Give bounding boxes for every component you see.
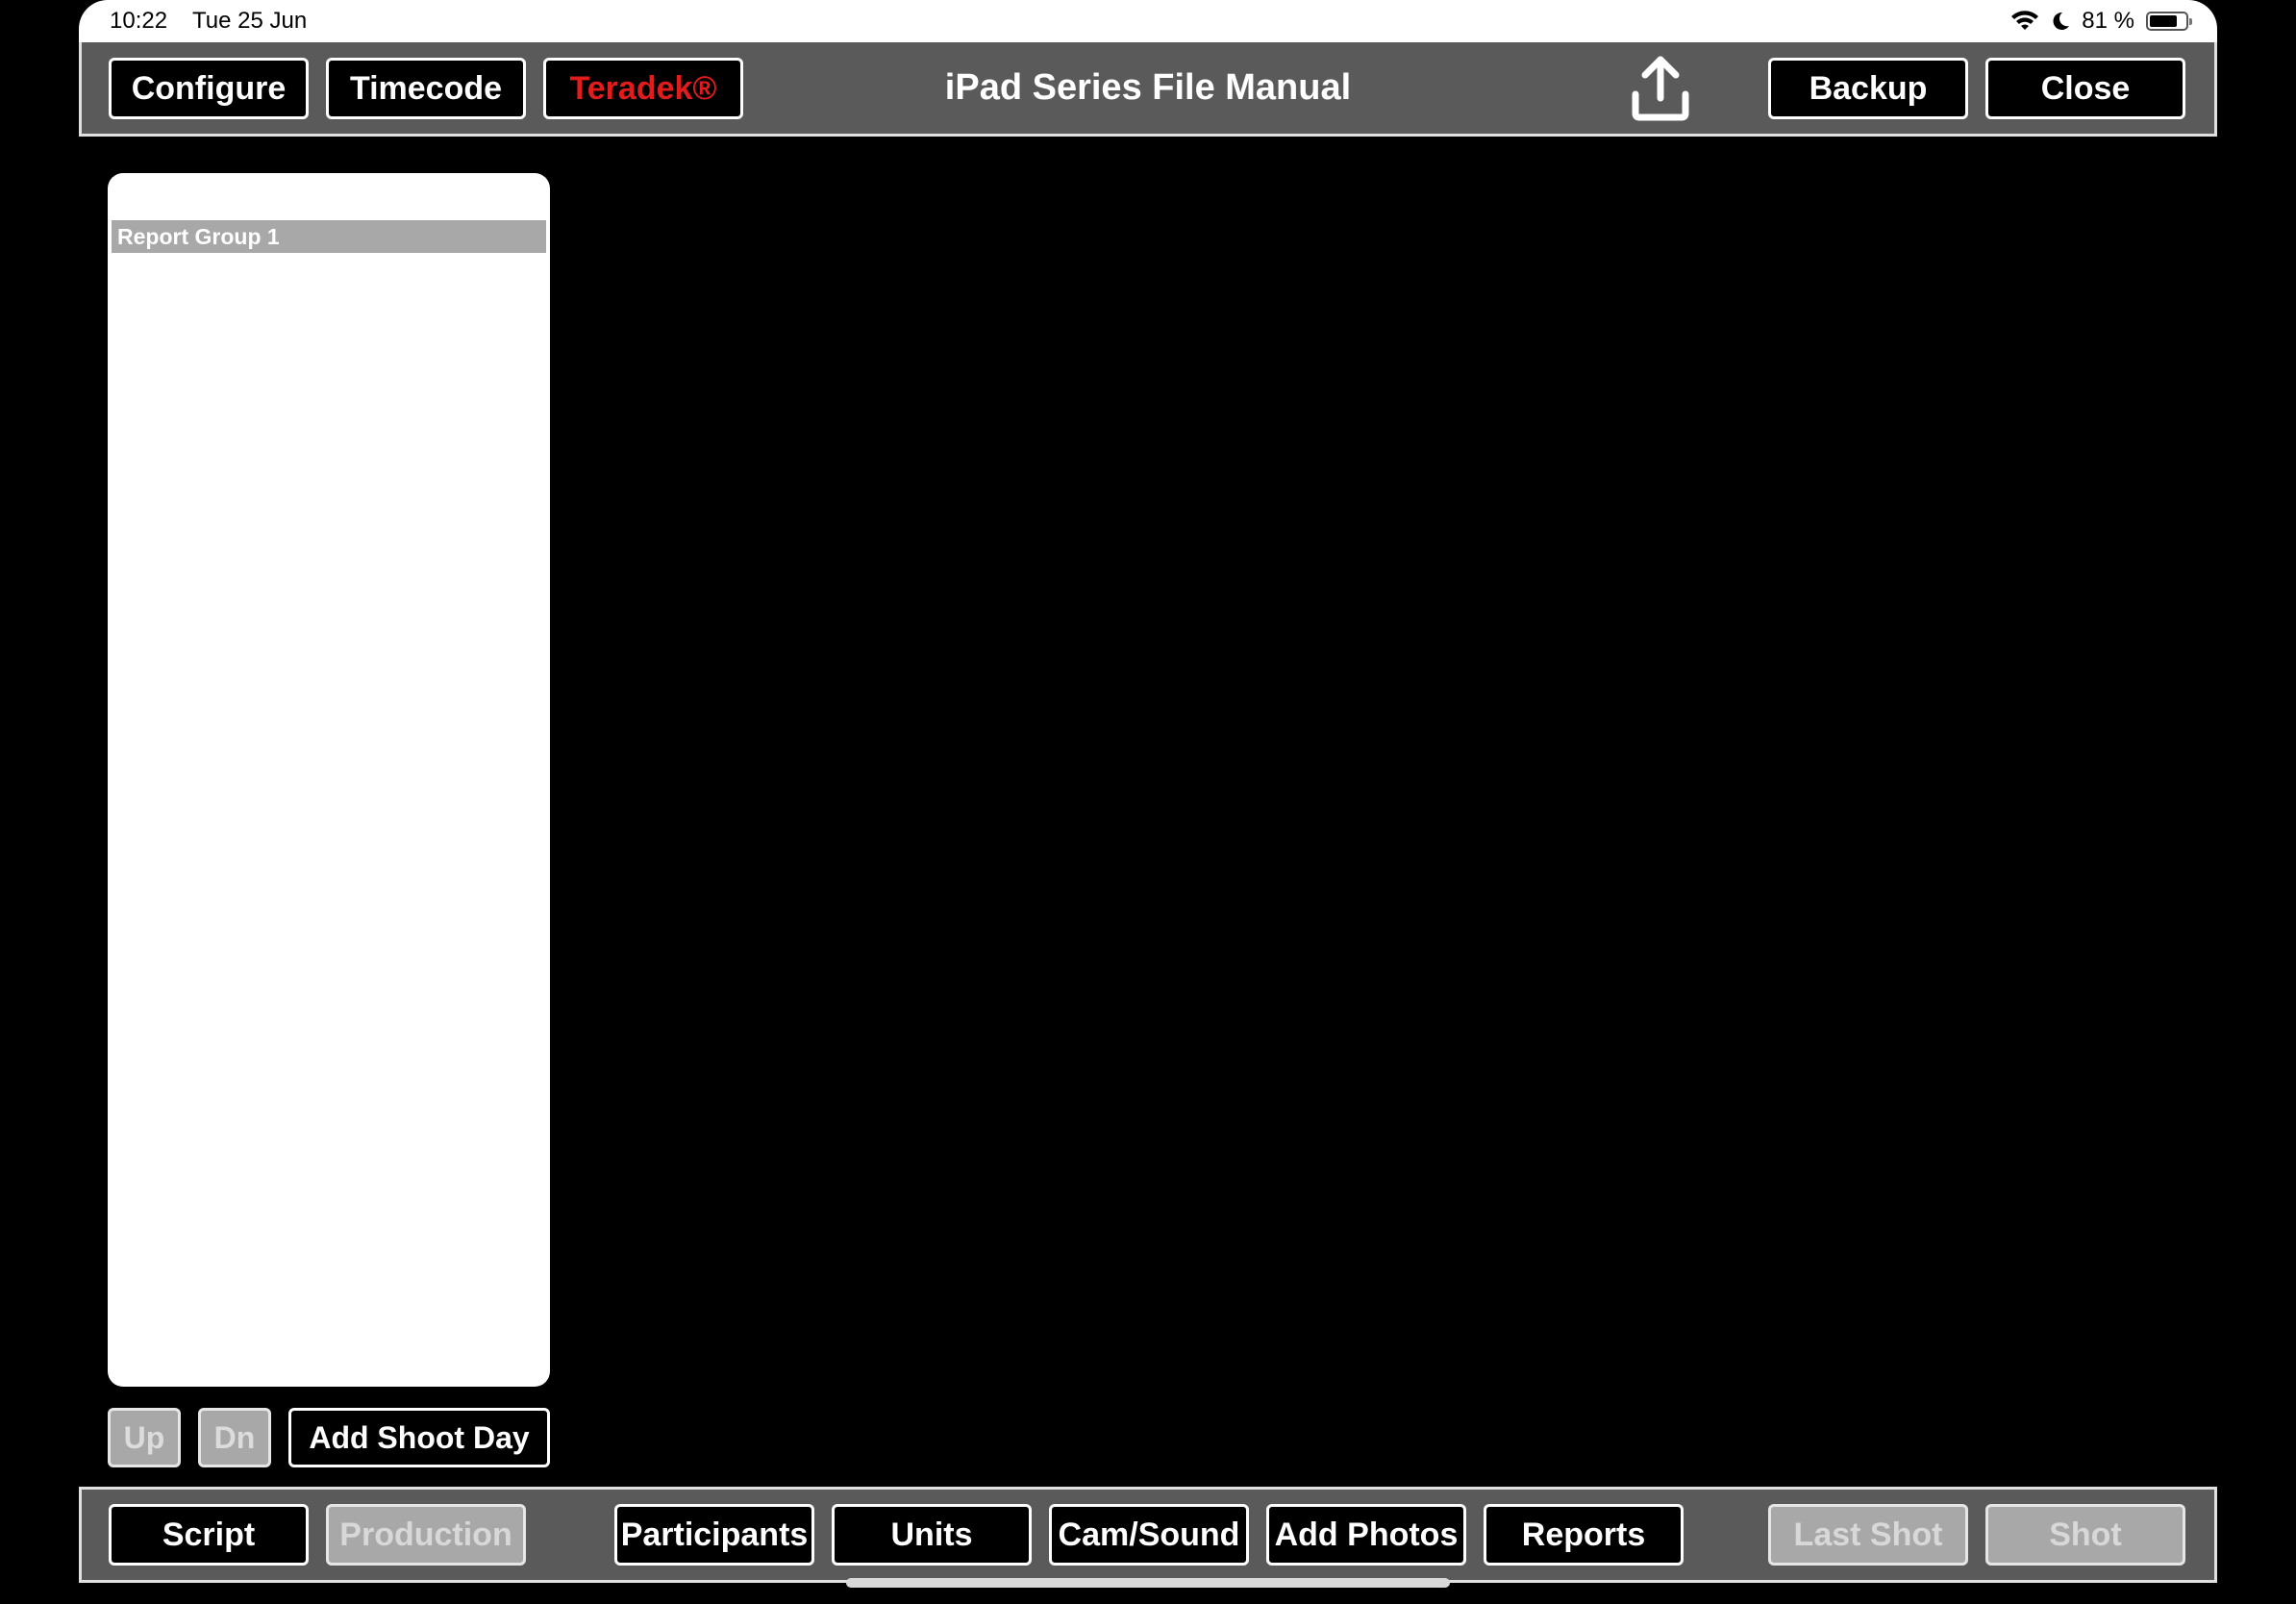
battery-percent: 81 % (2082, 8, 2134, 34)
share-upload-icon[interactable] (1628, 54, 1693, 123)
list-item[interactable]: Report Group 1 (112, 220, 546, 253)
add-shoot-day-button[interactable]: Add Shoot Day (288, 1408, 550, 1467)
moon-icon (2053, 12, 2070, 30)
top-toolbar: Configure Timecode Teradek® iPad Series … (79, 42, 2217, 137)
bottom-toolbar: Script Production Participants Units Cam… (79, 1487, 2217, 1583)
close-button[interactable]: Close (1985, 58, 2185, 119)
last-shot-button[interactable]: Last Shot (1768, 1504, 1968, 1566)
script-tab[interactable]: Script (109, 1504, 309, 1566)
battery-icon (2146, 12, 2192, 31)
units-tab[interactable]: Units (832, 1504, 1032, 1566)
down-button[interactable]: Dn (198, 1408, 271, 1467)
shot-button[interactable]: Shot (1985, 1504, 2185, 1566)
reports-tab[interactable]: Reports (1484, 1504, 1684, 1566)
backup-button[interactable]: Backup (1768, 58, 1968, 119)
add-photos-tab[interactable]: Add Photos (1266, 1504, 1466, 1566)
battery-fill (2150, 15, 2178, 27)
status-bar: 10:22 Tue 25 Jun 81 % (79, 0, 2217, 42)
status-date: Tue 25 Jun (192, 8, 308, 34)
report-group-list[interactable]: Report Group 1 (108, 173, 550, 1387)
home-indicator (846, 1578, 1450, 1588)
wifi-icon (2011, 11, 2039, 30)
participants-tab[interactable]: Participants (614, 1504, 814, 1566)
app-screen: 10:22 Tue 25 Jun 81 % Configure Timecode… (0, 0, 2296, 1604)
up-button[interactable]: Up (108, 1408, 181, 1467)
production-tab[interactable]: Production (326, 1504, 526, 1566)
status-time: 10:22 (110, 8, 168, 34)
cam-sound-tab[interactable]: Cam/Sound (1049, 1504, 1249, 1566)
status-indicators: 81 % (2010, 8, 2192, 35)
